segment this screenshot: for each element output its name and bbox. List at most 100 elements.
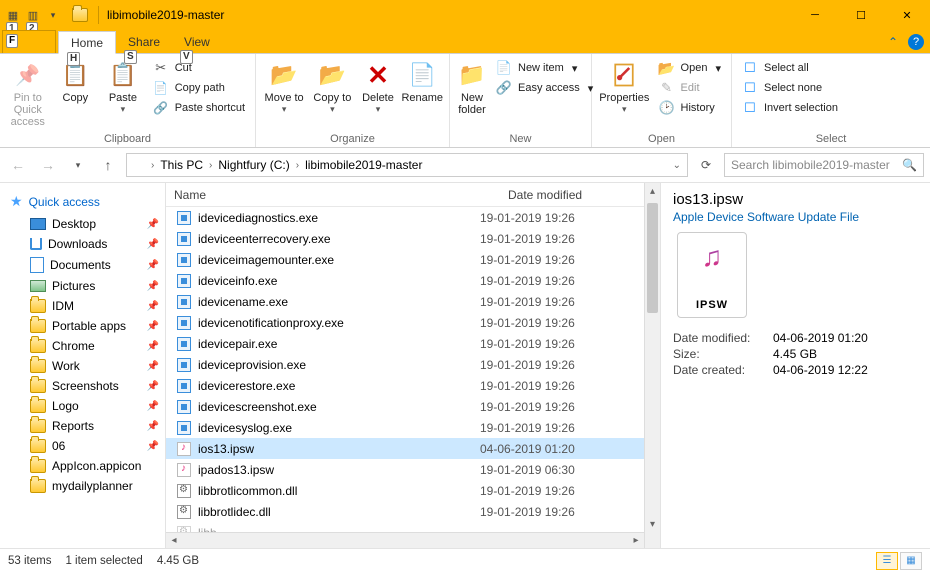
nav-item[interactable]: mydailyplanner — [0, 476, 165, 496]
quick-access-header[interactable]: ★ Quick access — [0, 189, 165, 214]
nav-item[interactable]: Reports📌 — [0, 416, 165, 436]
vertical-scrollbar[interactable]: ▴ ▾ — [644, 183, 660, 548]
chevron-right-icon[interactable]: › — [294, 160, 301, 171]
file-row[interactable]: idevicescreenshot.exe19-01-2019 19:26 — [166, 396, 644, 417]
new-item-button[interactable]: New item ▾ — [492, 58, 597, 78]
col-date[interactable]: Date modified — [500, 188, 660, 202]
file-row[interactable]: ios13.ipsw04-06-2019 01:20 — [166, 438, 644, 459]
breadcrumb-this-pc[interactable]: This PC — [160, 158, 203, 172]
file-row[interactable]: idevicepair.exe19-01-2019 19:26 — [166, 333, 644, 354]
titlebar: ▦1 ▥2 ▾ libimobile2019-master ─ ☐ ✕ — [0, 0, 930, 30]
file-row[interactable]: idevicediagnostics.exe19-01-2019 19:26 — [166, 207, 644, 228]
move-to-button[interactable]: Move to▾ — [262, 56, 306, 113]
scroll-left-icon[interactable]: ◂ — [166, 533, 182, 548]
search-icon[interactable]: 🔍 — [902, 158, 917, 172]
tab-share[interactable]: Share S — [116, 30, 172, 53]
minimize-button[interactable]: ─ — [792, 0, 838, 30]
file-row[interactable]: ipados13.ipsw19-01-2019 06:30 — [166, 459, 644, 480]
chevron-right-icon[interactable]: › — [207, 160, 214, 171]
edit-button[interactable]: Edit — [655, 78, 725, 98]
scroll-thumb[interactable] — [647, 203, 658, 313]
paste-shortcut-button[interactable]: Paste shortcut — [149, 98, 249, 118]
file-row[interactable]: libbrotlicommon.dll19-01-2019 19:26 — [166, 480, 644, 501]
file-row[interactable]: libbrotlidec.dll19-01-2019 19:26 — [166, 501, 644, 522]
status-selected: 1 item selected — [65, 555, 142, 567]
scroll-right-icon[interactable]: ▸ — [628, 533, 644, 548]
file-date: 19-01-2019 19:26 — [480, 337, 640, 351]
nav-item[interactable]: Portable apps📌 — [0, 316, 165, 336]
nav-item[interactable]: Documents📌 — [0, 254, 165, 276]
nav-item[interactable]: Chrome📌 — [0, 336, 165, 356]
select-none-button[interactable]: Select none — [738, 78, 842, 98]
star-icon: ★ — [10, 193, 23, 210]
qat-new-folder[interactable]: ▥2 — [24, 6, 42, 24]
search-box[interactable]: Search libimobile2019-master 🔍 — [724, 153, 924, 177]
delete-button[interactable]: Delete▾ — [359, 56, 398, 113]
rename-button[interactable]: Rename — [401, 56, 443, 104]
file-row[interactable]: ideviceprovision.exe19-01-2019 19:26 — [166, 354, 644, 375]
copy-path-button[interactable]: Copy path — [149, 78, 249, 98]
paste-button[interactable]: Paste ▾ — [101, 56, 145, 113]
file-tab[interactable]: F File — [2, 30, 56, 53]
nav-item[interactable]: Screenshots📌 — [0, 376, 165, 396]
breadcrumb-drive[interactable]: Nightfury (C:) — [218, 158, 289, 172]
nav-item[interactable]: Desktop📌 — [0, 214, 165, 234]
new-folder-button[interactable]: New folder — [456, 56, 488, 116]
tab-view[interactable]: View V — [172, 30, 222, 53]
cut-button[interactable]: Cut — [149, 58, 249, 78]
up-button[interactable]: ↑ — [96, 153, 120, 177]
address-dropdown-icon[interactable]: ⌄ — [671, 160, 683, 171]
select-all-button[interactable]: Select all — [738, 58, 842, 78]
nav-item[interactable]: Pictures📌 — [0, 276, 165, 296]
qat-properties[interactable]: ▦1 — [4, 6, 22, 24]
paste-shortcut-icon — [153, 100, 169, 116]
open-button[interactable]: Open ▾ — [655, 58, 725, 78]
file-row[interactable]: idevicerestore.exe19-01-2019 19:26 — [166, 375, 644, 396]
nav-item[interactable]: Downloads📌 — [0, 234, 165, 254]
nav-item-label: mydailyplanner — [52, 479, 133, 493]
pin-quick-access-button[interactable]: Pin to Quick access — [6, 56, 50, 128]
file-row[interactable]: idevicenotificationproxy.exe19-01-2019 1… — [166, 312, 644, 333]
details-view-button[interactable]: ☰ — [876, 552, 898, 570]
forward-button[interactable]: → — [36, 153, 60, 177]
close-button[interactable]: ✕ — [884, 0, 930, 30]
thumbnails-view-button[interactable]: ▦ — [900, 552, 922, 570]
chevron-right-icon[interactable]: › — [149, 160, 156, 171]
refresh-button[interactable]: ⟳ — [694, 154, 718, 176]
invert-selection-icon — [742, 100, 758, 116]
exe-file-icon — [177, 274, 191, 288]
search-placeholder: Search libimobile2019-master — [731, 158, 890, 172]
collapse-ribbon-icon[interactable]: ⌃ — [888, 35, 898, 49]
qat-dropdown[interactable]: ▾ — [44, 6, 62, 24]
nav-item[interactable]: Work📌 — [0, 356, 165, 376]
invert-selection-button[interactable]: Invert selection — [738, 98, 842, 118]
back-button[interactable]: ← — [6, 153, 30, 177]
nav-item[interactable]: AppIcon.appicon — [0, 456, 165, 476]
horizontal-scrollbar[interactable]: ◂ ▸ — [166, 532, 644, 548]
maximize-button[interactable]: ☐ — [838, 0, 884, 30]
col-name[interactable]: Name — [166, 188, 500, 202]
file-row[interactable]: ideviceinfo.exe19-01-2019 19:26 — [166, 270, 644, 291]
pin-icon: 📌 — [147, 341, 159, 352]
tab-home[interactable]: Home H — [58, 31, 116, 54]
breadcrumb-folder[interactable]: libimobile2019-master — [305, 158, 422, 172]
scroll-down-icon[interactable]: ▾ — [645, 516, 660, 532]
open-icon — [659, 60, 675, 76]
nav-item[interactable]: IDM📌 — [0, 296, 165, 316]
nav-item[interactable]: 06📌 — [0, 436, 165, 456]
copy-to-button[interactable]: Copy to▾ — [310, 56, 354, 113]
file-row[interactable]: ideviceimagemounter.exe19-01-2019 19:26 — [166, 249, 644, 270]
properties-button[interactable]: Properties▾ — [598, 56, 651, 113]
address-bar[interactable]: › This PC › Nightfury (C:) › libimobile2… — [126, 153, 688, 177]
nav-item-label: Screenshots — [52, 379, 119, 393]
file-row[interactable]: idevicename.exe19-01-2019 19:26 — [166, 291, 644, 312]
nav-item[interactable]: Logo📌 — [0, 396, 165, 416]
scroll-up-icon[interactable]: ▴ — [645, 183, 660, 199]
history-button[interactable]: History — [655, 98, 725, 118]
easy-access-button[interactable]: Easy access ▾ — [492, 78, 597, 98]
file-row[interactable]: ideviceenterrecovery.exe19-01-2019 19:26 — [166, 228, 644, 249]
file-row[interactable]: idevicesyslog.exe19-01-2019 19:26 — [166, 417, 644, 438]
help-icon[interactable]: ? — [908, 34, 924, 50]
ribbon: Pin to Quick access Copy Paste ▾ Cut Cop… — [0, 54, 930, 148]
recent-locations-button[interactable]: ▾ — [66, 153, 90, 177]
